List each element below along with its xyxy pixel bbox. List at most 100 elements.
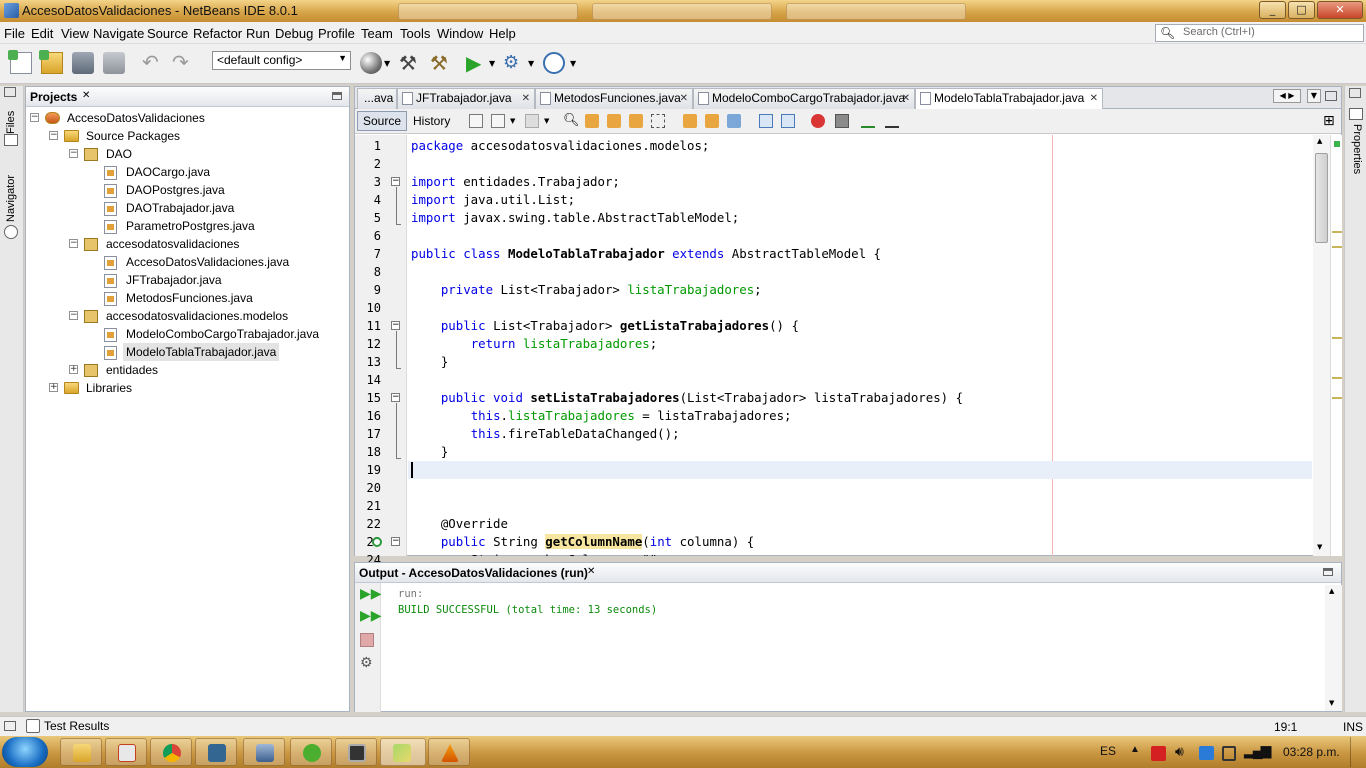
device-tray-icon[interactable] (1222, 746, 1236, 761)
close-button[interactable]: ✕ (1317, 1, 1363, 19)
warning-mark[interactable] (1332, 377, 1342, 379)
code-line[interactable]: import entidades.Trabajador; (411, 173, 620, 191)
code-line[interactable]: this.fireTableDataChanged(); (411, 425, 680, 443)
tree-toggle-icon[interactable]: − (30, 113, 39, 122)
taskbar-netbeans[interactable] (380, 738, 426, 766)
tree-item[interactable]: ModeloTablaTrabajador.java (123, 343, 280, 361)
undo-icon[interactable]: ↶ (142, 52, 164, 74)
tree-toggle-icon[interactable]: + (49, 383, 58, 392)
debug-icon[interactable]: ⚙ (503, 52, 525, 74)
chevron-down-icon[interactable]: ▼ (570, 59, 576, 68)
code-line[interactable]: } (411, 443, 448, 461)
files-tab[interactable]: Files (5, 111, 17, 134)
code-line[interactable]: private List<Trabajador> listaTrabajador… (411, 281, 762, 299)
tree-item[interactable]: accesodatosvalidaciones (103, 235, 242, 253)
profile-icon[interactable] (543, 52, 565, 74)
test-results-tab[interactable]: Test Results (44, 719, 109, 733)
run-icon[interactable]: ▶ (466, 52, 488, 74)
tree-item[interactable]: ModeloComboCargoTrabajador.java (123, 325, 322, 343)
tree-item[interactable]: AccesoDatosValidaciones (64, 109, 208, 127)
tree-item[interactable]: DAOPostgres.java (123, 181, 228, 199)
restore-window-group-icon[interactable] (4, 721, 16, 731)
save-all-icon[interactable] (103, 52, 125, 74)
menu-source[interactable]: Source (147, 26, 188, 41)
warning-mark[interactable] (1332, 246, 1342, 248)
network-signal-icon[interactable]: ▂▄▆ (1244, 742, 1271, 759)
minimize-panel-icon[interactable] (1323, 568, 1333, 576)
volume-icon[interactable]: 🔊︎ (1175, 743, 1184, 760)
maximize-button[interactable]: □ (1288, 1, 1315, 19)
tree-item[interactable]: DAOTrabajador.java (123, 199, 237, 217)
restore-window-group-icon[interactable] (4, 87, 16, 97)
code-line[interactable]: import java.util.List; (411, 191, 575, 209)
menu-tools[interactable]: Tools (400, 26, 430, 41)
chevron-down-icon[interactable]: ▼ (384, 59, 390, 68)
browser-icon[interactable] (360, 52, 382, 74)
tree-item[interactable]: Source Packages (83, 127, 183, 145)
tree-toggle-icon[interactable]: − (69, 311, 78, 320)
menu-navigate[interactable]: Navigate (93, 26, 144, 41)
code-line[interactable]: } (411, 353, 448, 371)
tree-item[interactable]: entidades (103, 361, 161, 379)
search-input[interactable]: 🔍︎ Search (Ctrl+I) (1155, 24, 1364, 42)
build-hammer-icon[interactable]: ⚒ (399, 52, 421, 74)
tree-item[interactable]: Libraries (83, 379, 135, 397)
show-hidden-icons-icon[interactable]: ▲ (1130, 744, 1140, 755)
tree-item[interactable]: ParametroPostgres.java (123, 217, 258, 235)
scroll-down-icon[interactable]: ▼ (1317, 543, 1322, 551)
warning-mark[interactable] (1332, 337, 1342, 339)
tree-toggle-icon[interactable]: − (49, 131, 58, 140)
warning-mark[interactable] (1332, 231, 1342, 233)
taskbar-chrome[interactable] (150, 738, 192, 766)
code-line[interactable]: @Override (411, 515, 508, 533)
menu-edit[interactable]: Edit (31, 26, 53, 41)
menu-debug[interactable]: Debug (275, 26, 313, 41)
open-project-icon[interactable] (72, 52, 94, 74)
warning-mark[interactable] (1332, 397, 1342, 399)
minimize-button[interactable]: _ (1259, 1, 1286, 19)
split-editor-icon[interactable]: ⊞ (1323, 113, 1335, 129)
tree-item[interactable]: DAOCargo.java (123, 163, 213, 181)
menu-refactor[interactable]: Refactor (193, 26, 242, 41)
menu-window[interactable]: Window (437, 26, 483, 41)
taskbar-virtualbox[interactable] (243, 738, 285, 766)
chevron-down-icon[interactable]: ▼ (489, 59, 495, 68)
language-indicator[interactable]: ES (1100, 744, 1116, 758)
code-line[interactable]: public class ModeloTablaTrabajador exten… (411, 245, 881, 263)
config-select[interactable]: <default config> ▼ (212, 51, 351, 70)
clean-build-icon[interactable]: ⚒ (430, 52, 452, 74)
code-line[interactable]: import javax.swing.table.AbstractTableMo… (411, 209, 739, 227)
tree-item[interactable]: MetodosFunciones.java (123, 289, 256, 307)
code-area[interactable]: package accesodatosvalidaciones.modelos;… (355, 87, 1313, 556)
code-line[interactable]: public void setListaTrabajadores(List<Tr… (411, 389, 963, 407)
clock[interactable]: 03:28 p.m. (1283, 745, 1340, 759)
scroll-down-icon[interactable]: ▼ (1329, 699, 1334, 707)
tree-item[interactable]: AccesoDatosValidaciones.java (123, 253, 292, 271)
settings-icon[interactable]: ⚙ (360, 655, 373, 671)
output-vertical-scrollbar[interactable]: ▲ ▼ (1325, 585, 1342, 711)
antivirus-tray-icon[interactable] (1151, 746, 1166, 761)
tree-toggle-icon[interactable]: − (69, 149, 78, 158)
show-desktop-button[interactable] (1350, 737, 1364, 767)
taskbar-media-player[interactable] (105, 738, 147, 766)
stop-icon[interactable] (360, 633, 374, 647)
taskbar-terminal[interactable] (335, 738, 377, 766)
properties-tab[interactable]: Properties (1351, 124, 1363, 174)
menu-profile[interactable]: Profile (318, 26, 355, 41)
taskbar-vlc[interactable] (428, 738, 470, 766)
scroll-up-icon[interactable]: ▲ (1317, 137, 1322, 145)
tree-item[interactable]: accesodatosvalidaciones.modelos (103, 307, 291, 325)
navigator-tab[interactable]: Navigator (5, 175, 17, 222)
start-button[interactable] (2, 737, 48, 767)
code-line[interactable]: String nombreColumna = ""; (411, 551, 665, 556)
chevron-down-icon[interactable]: ▼ (528, 59, 534, 68)
menu-view[interactable]: View (61, 26, 89, 41)
code-line[interactable]: public String getColumnName(int columna)… (411, 533, 754, 551)
code-line[interactable]: return listaTrabajadores; (411, 335, 658, 353)
taskbar-explorer[interactable] (60, 738, 102, 766)
tree-item[interactable]: JFTrabajador.java (123, 271, 225, 289)
scroll-up-icon[interactable]: ▲ (1329, 587, 1334, 595)
maximize-panel-icon[interactable] (1325, 91, 1337, 101)
menu-file[interactable]: File (4, 26, 25, 41)
menu-help[interactable]: Help (489, 26, 516, 41)
